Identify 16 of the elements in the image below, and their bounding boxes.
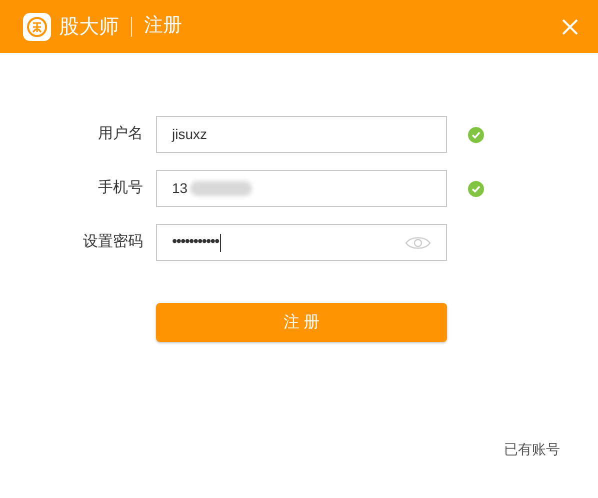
app-name: 股大师 — [59, 14, 119, 40]
close-button[interactable] — [560, 16, 580, 36]
field-value: 13 — [172, 179, 188, 198]
logo-icon — [23, 12, 51, 40]
field-label: 手机号 — [97, 178, 143, 198]
field-value: ••••••••••• — [172, 232, 219, 252]
login-link[interactable]: 已有账号 — [504, 439, 560, 460]
eye-icon[interactable] — [405, 234, 431, 250]
input-field[interactable]: 13 — [156, 170, 447, 207]
window-title: 注册 — [144, 14, 182, 38]
blurred-digits — [190, 181, 252, 196]
field-label: 用户名 — [97, 124, 143, 144]
input-field[interactable]: jisuxz — [156, 116, 447, 153]
field-value: jisuxz — [172, 125, 208, 144]
input-field[interactable]: ••••••••••• — [156, 224, 447, 261]
field-label: 设置密码 — [82, 232, 143, 252]
